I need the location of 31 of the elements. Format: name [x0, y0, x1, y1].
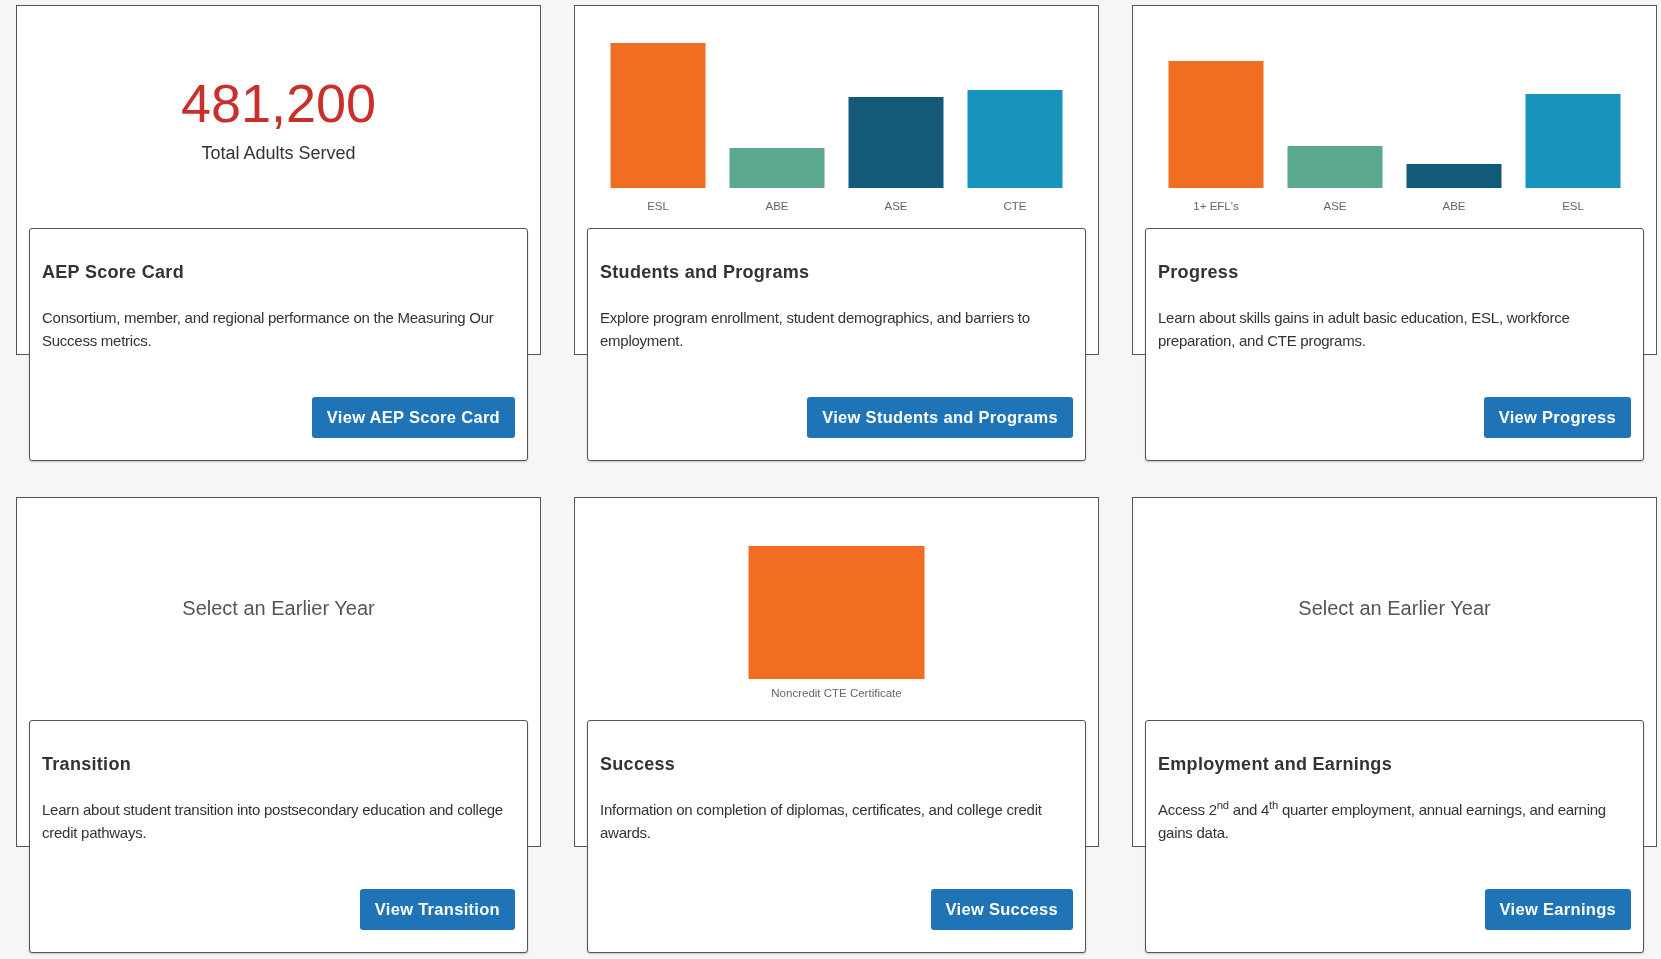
view-button[interactable]: View Progress	[1483, 397, 1631, 438]
bar-label: CTE	[1003, 200, 1027, 212]
view-button[interactable]: View Success	[930, 889, 1073, 930]
card-description: Learn about skills gains in adult basic education, ESL, workforce preparation, and CTE programs.	[1158, 307, 1571, 351]
view-button[interactable]: View Students and Programs	[807, 397, 1073, 438]
message-text: Select an Earlier Year	[182, 595, 375, 621]
bar-label: ABE	[765, 200, 789, 212]
card-description: Access 2$^{nd}$ and 4$^{th}$ quarter employment, annual earnings, and earning gains data.	[1158, 797, 1607, 843]
card-title: Success	[600, 754, 677, 776]
card-title: Employment and Earnings	[1158, 754, 1393, 776]
card-title: Transition	[42, 754, 132, 776]
bar-label: ESL	[1562, 200, 1584, 212]
stat-value: 481,200	[180, 76, 377, 130]
view-button[interactable]: View Earnings	[1484, 889, 1631, 930]
bar-label: 1+ EFL's	[1193, 200, 1239, 212]
bar-label: ASE	[884, 200, 908, 212]
card-title: Progress	[1158, 262, 1240, 284]
bar-label: Noncredit CTE Certificate	[771, 687, 902, 699]
card-description: Information on completion of diplomas, certificates, and college credit awards.	[600, 799, 1043, 843]
view-button[interactable]: View Transition	[359, 889, 515, 930]
card-description: Learn about student transition into postsecondary education and college credit pathways.	[42, 799, 504, 843]
view-button[interactable]: View AEP Score Card	[311, 397, 515, 438]
message-text: Select an Earlier Year	[1298, 595, 1491, 621]
bar-label: ABE	[1442, 200, 1466, 212]
card-description: Explore program enrollment, student demographics, and barriers to employment.	[600, 307, 1031, 351]
card-title: AEP Score Card	[42, 262, 185, 284]
card-description: Consortium, member, and regional performance on the Measuring Our Success metrics.	[42, 307, 495, 351]
card-title: Students and Programs	[600, 262, 811, 284]
bar-label: ASE	[1323, 200, 1347, 212]
stat-label: Total Adults Served	[201, 142, 356, 165]
bar-label: ESL	[647, 200, 669, 212]
